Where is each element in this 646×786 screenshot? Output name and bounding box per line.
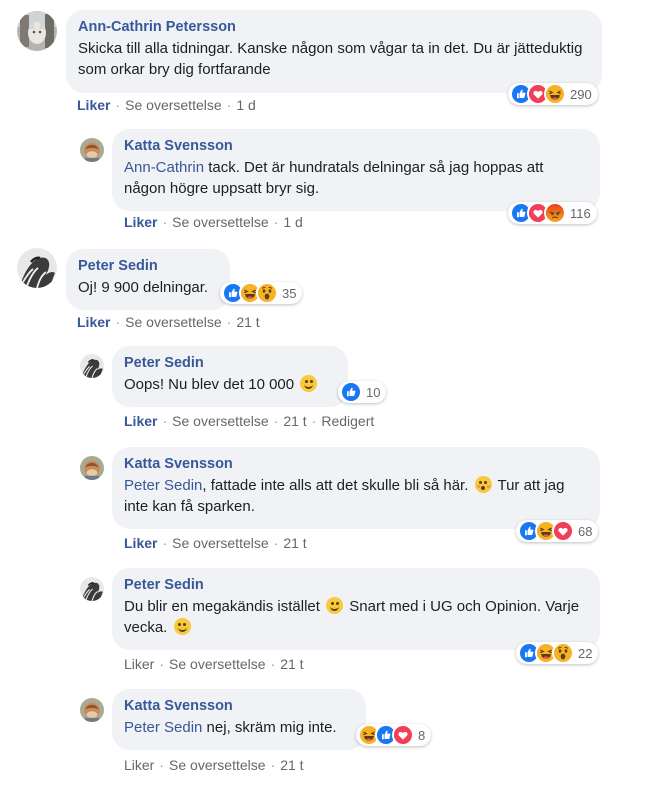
- timestamp[interactable]: 21 t: [283, 413, 306, 429]
- love-icon: [392, 724, 414, 746]
- like-button[interactable]: Liker: [124, 413, 157, 429]
- haha-icon: [544, 83, 566, 105]
- avatar-image: [17, 11, 57, 51]
- avatar[interactable]: [17, 11, 57, 51]
- comment-bubble: Peter Sedin Du blir en megakändis iställ…: [112, 568, 600, 650]
- comment-author[interactable]: Ann-Cathrin Petersson: [78, 18, 590, 37]
- comment-bubble: Peter Sedin Oops! Nu blev det 10 000: [112, 346, 348, 407]
- mention-link[interactable]: Peter Sedin: [124, 477, 202, 494]
- comment-author[interactable]: Katta Svensson: [124, 455, 588, 474]
- edited-label[interactable]: Redigert: [321, 413, 374, 429]
- avatar[interactable]: [80, 354, 104, 378]
- reaction-summary[interactable]: 8: [356, 724, 432, 746]
- comment-text: nej, skräm mig inte.: [202, 719, 337, 736]
- like-button[interactable]: Liker: [77, 97, 110, 113]
- comment-bubble: Ann-Cathrin Petersson Skicka till alla t…: [66, 10, 602, 93]
- translate-link[interactable]: Se oversettelse: [125, 314, 222, 330]
- reaction-count: 8: [418, 727, 426, 743]
- like-button[interactable]: Liker: [124, 656, 154, 672]
- comment-actions: Liker · Se oversettelse · 21 t · Redigert: [124, 413, 375, 429]
- comment-bubble: Katta Svensson Ann-Cathrin tack. Det är …: [112, 129, 600, 211]
- timestamp[interactable]: 1 d: [283, 214, 302, 230]
- comment-bubble: Katta Svensson Peter Sedin nej, skräm mi…: [112, 689, 366, 750]
- comment-author[interactable]: Peter Sedin: [124, 354, 336, 373]
- avatar-image: [80, 698, 104, 722]
- comment-author[interactable]: Katta Svensson: [124, 697, 354, 716]
- translate-link[interactable]: Se oversettelse: [169, 757, 266, 773]
- wow-icon: [256, 282, 278, 304]
- flushed-emoji: [474, 476, 492, 493]
- reaction-summary[interactable]: 35: [220, 282, 303, 304]
- comment-author[interactable]: Peter Sedin: [78, 257, 218, 276]
- comment-actions: Liker · Se oversettelse · 21 t: [77, 314, 260, 330]
- timestamp[interactable]: 21 t: [283, 535, 306, 551]
- avatar-image: [80, 456, 104, 480]
- comment-text: Oops! Nu blev det 10 000: [124, 376, 295, 393]
- comment-text: Du blir en megakändis istället: [124, 598, 320, 615]
- avatar[interactable]: [80, 698, 104, 722]
- comment-bubble: Katta Svensson Peter Sedin, fattade inte…: [112, 447, 600, 529]
- avatar[interactable]: [80, 456, 104, 480]
- avatar-image: [17, 248, 57, 288]
- comment-actions: Liker · Se oversettelse · 21 t: [124, 535, 307, 551]
- comment-text: Skicka till alla tidningar. Kanske någon…: [78, 40, 583, 78]
- avatar[interactable]: [80, 138, 104, 162]
- timestamp[interactable]: 1 d: [236, 97, 255, 113]
- reaction-count: 68: [578, 523, 593, 539]
- reaction-count: 116: [570, 205, 591, 221]
- reaction-summary[interactable]: 22: [516, 642, 599, 664]
- like-icon: [340, 381, 362, 403]
- comment-actions: Liker · Se oversettelse · 21 t: [124, 757, 304, 773]
- comment-actions: Liker · Se oversettelse · 21 t: [124, 656, 304, 672]
- wow-icon: [552, 642, 574, 664]
- like-button[interactable]: Liker: [77, 314, 110, 330]
- translate-link[interactable]: Se oversettelse: [172, 214, 269, 230]
- love-icon: [552, 520, 574, 542]
- timestamp[interactable]: 21 t: [280, 656, 303, 672]
- avatar-image: [80, 138, 104, 162]
- like-button[interactable]: Liker: [124, 757, 154, 773]
- reaction-summary[interactable]: 290: [508, 83, 598, 105]
- reaction-count: 290: [570, 86, 592, 102]
- angry-icon: [544, 202, 566, 224]
- mention-link[interactable]: Ann-Cathrin: [124, 159, 204, 176]
- reaction-summary[interactable]: 10: [338, 381, 387, 403]
- comment-text: Oj! 9 900 delningar.: [78, 279, 209, 296]
- avatar[interactable]: [80, 577, 104, 601]
- like-button[interactable]: Liker: [124, 535, 157, 551]
- translate-link[interactable]: Se oversettelse: [172, 535, 269, 551]
- comment-actions: Liker · Se oversettelse · 1 d: [77, 97, 256, 113]
- mention-link[interactable]: Peter Sedin: [124, 719, 202, 736]
- timestamp[interactable]: 21 t: [280, 757, 303, 773]
- reaction-count: 10: [366, 384, 381, 400]
- translate-link[interactable]: Se oversettelse: [169, 656, 266, 672]
- comment-author[interactable]: Peter Sedin: [124, 576, 588, 595]
- avatar-image: [80, 577, 104, 601]
- smile-emoji: [300, 375, 318, 392]
- avatar[interactable]: [17, 248, 57, 288]
- reaction-count: 22: [578, 645, 593, 661]
- reaction-summary[interactable]: 116: [508, 202, 597, 224]
- reaction-summary[interactable]: 68: [516, 520, 599, 542]
- avatar-image: [80, 354, 104, 378]
- smile-emoji: [326, 597, 344, 614]
- timestamp[interactable]: 21 t: [236, 314, 259, 330]
- translate-link[interactable]: Se oversettelse: [172, 413, 269, 429]
- like-button[interactable]: Liker: [124, 214, 157, 230]
- comment-author[interactable]: Katta Svensson: [124, 137, 588, 156]
- translate-link[interactable]: Se oversettelse: [125, 97, 222, 113]
- reaction-count: 35: [282, 285, 297, 301]
- comment-text: , fattade inte alls att det skulle bli s…: [202, 477, 469, 494]
- comment-actions: Liker · Se oversettelse · 1 d: [124, 214, 303, 230]
- comment-bubble: Peter Sedin Oj! 9 900 delningar.: [66, 249, 230, 310]
- smile-emoji: [173, 618, 191, 635]
